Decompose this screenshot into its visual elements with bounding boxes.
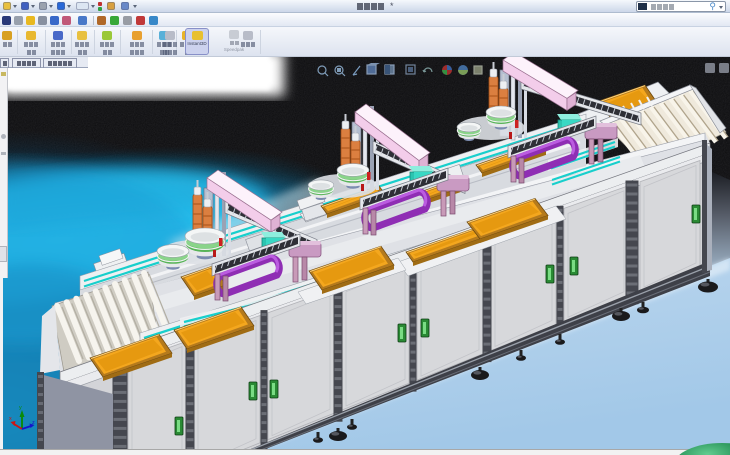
svg-text:z: z: [32, 420, 35, 426]
svg-text:y: y: [19, 405, 22, 411]
svg-text:x: x: [9, 416, 12, 422]
